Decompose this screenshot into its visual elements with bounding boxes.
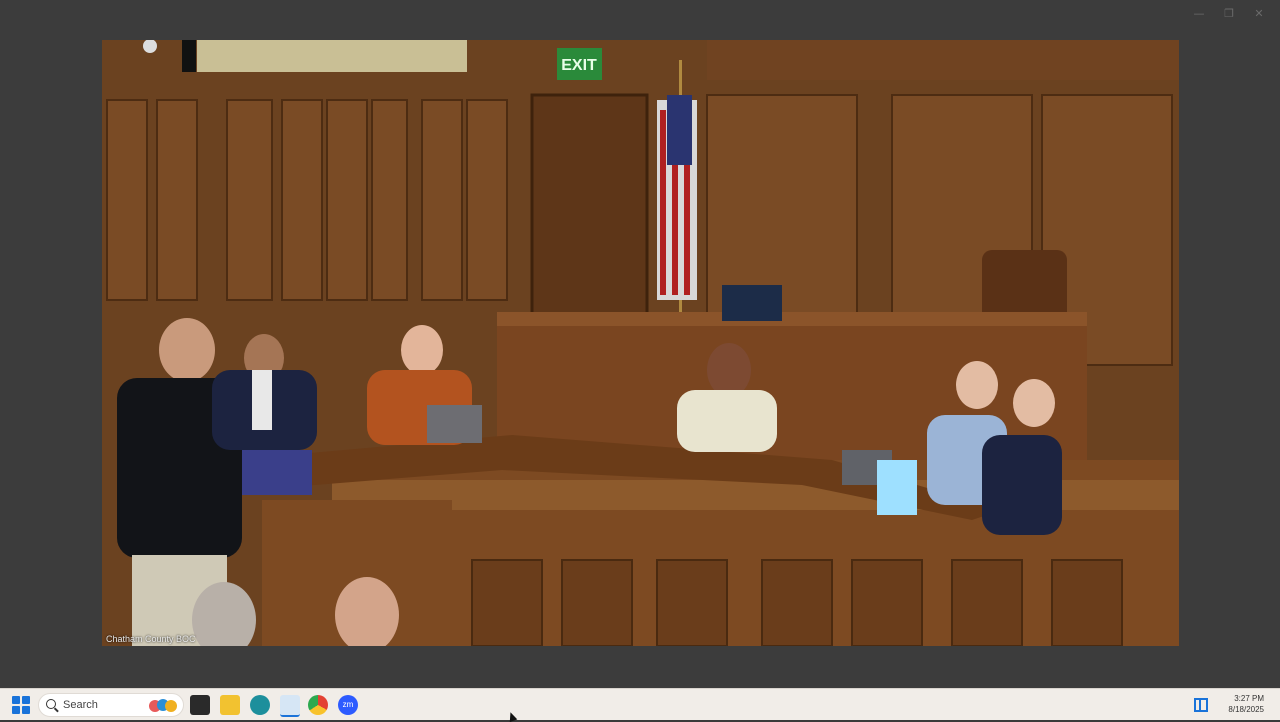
app-icon[interactable] xyxy=(280,695,300,717)
system-clock[interactable]: 3:27 PM 8/18/2025 xyxy=(1228,693,1264,715)
search-label: Search xyxy=(63,699,98,711)
search-icon xyxy=(46,699,56,709)
edge-icon[interactable] xyxy=(250,695,270,715)
app-window: — ❐ ✕ EXIT Chatham County BOC xyxy=(0,0,1280,688)
taskbar: Search zm 3:27 PM 8/18/2025 xyxy=(0,688,1280,720)
start-button[interactable] xyxy=(12,696,30,714)
zoom-icon[interactable]: zm xyxy=(338,695,358,715)
minimize-button[interactable]: — xyxy=(1184,4,1214,24)
windows-logo-tile xyxy=(12,696,20,704)
meeting-scene: EXIT xyxy=(102,40,1179,646)
search-highlight-icon xyxy=(149,699,177,712)
video-caption: Chatham County BOC xyxy=(106,634,196,644)
maximize-button[interactable]: ❐ xyxy=(1214,4,1244,24)
windows-logo-tile xyxy=(22,706,30,714)
clock-date: 8/18/2025 xyxy=(1228,705,1264,714)
widgets-icon[interactable] xyxy=(1194,698,1208,712)
chrome-icon[interactable] xyxy=(308,695,328,715)
file-explorer-icon[interactable] xyxy=(220,695,240,715)
exit-sign: EXIT xyxy=(561,57,597,74)
windows-logo-tile xyxy=(12,706,20,714)
file-explorer-dark-icon[interactable] xyxy=(190,695,210,715)
clock-time: 3:27 PM xyxy=(1234,694,1264,703)
windows-logo-tile xyxy=(22,696,30,704)
video-stream[interactable]: EXIT Chatham County BOC xyxy=(102,40,1179,646)
window-controls: — ❐ ✕ xyxy=(1184,4,1274,24)
taskbar-search[interactable]: Search xyxy=(38,693,184,717)
close-button[interactable]: ✕ xyxy=(1244,4,1274,24)
